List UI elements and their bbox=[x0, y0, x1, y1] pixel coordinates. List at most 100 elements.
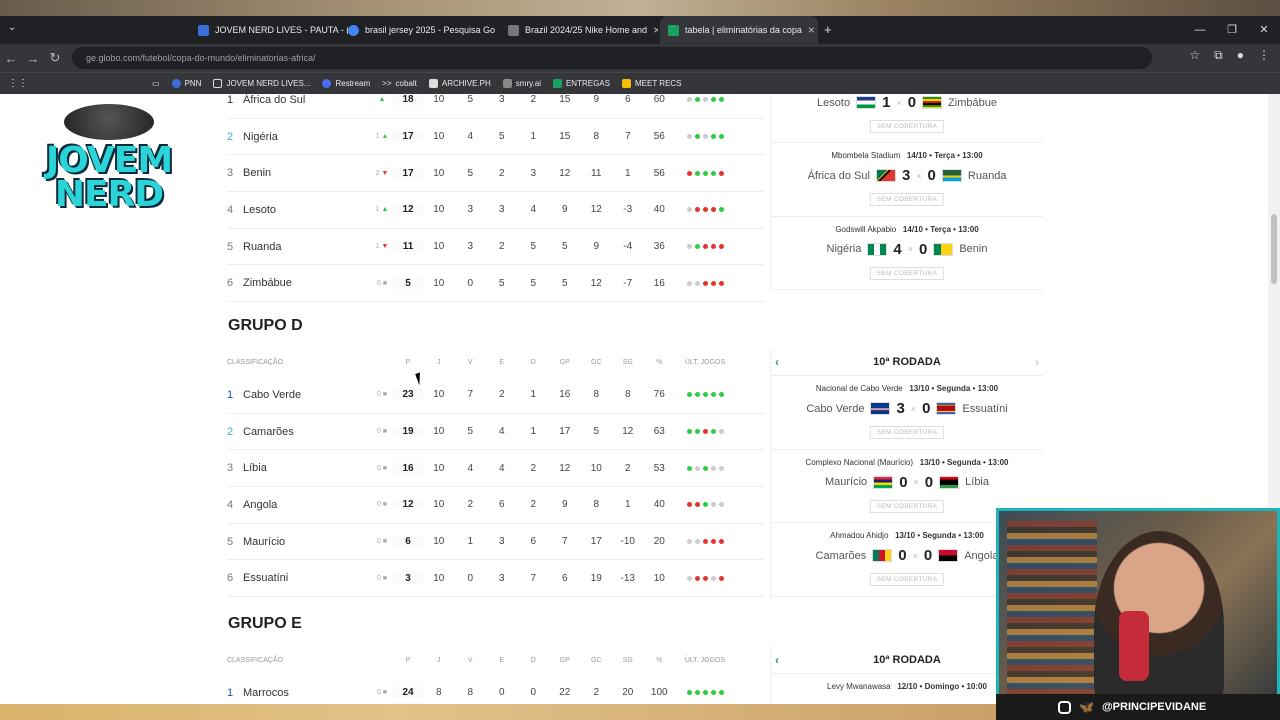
close-icon[interactable]: × bbox=[653, 23, 658, 37]
table-row[interactable]: 2 Camarões 0 ■ 19 10 5 4 1 17 5 12 63 bbox=[227, 414, 764, 451]
team-name[interactable]: África do Sul bbox=[243, 94, 371, 106]
folder-icon[interactable]: ▭ bbox=[152, 79, 160, 88]
table-row[interactable]: 1 África do Sul ▲ 18 10 5 3 2 15 9 6 60 bbox=[227, 94, 764, 119]
team-name[interactable]: Ruanda bbox=[243, 241, 371, 253]
games-played: 10 bbox=[433, 277, 445, 289]
coverage-badge[interactable]: SEM COBERTURA bbox=[869, 266, 945, 280]
home-score: 3 bbox=[901, 167, 911, 184]
header-sg: SG bbox=[622, 358, 633, 366]
apps-icon[interactable]: ⋮⋮ bbox=[8, 78, 28, 89]
bookmark-pnn[interactable]: PNN bbox=[171, 79, 201, 88]
new-tab-icon[interactable]: + bbox=[824, 22, 832, 37]
bookmark-meet-recs[interactable]: MEET RECS bbox=[621, 79, 682, 88]
team-name[interactable]: Cabo Verde bbox=[243, 389, 371, 401]
form-dot bbox=[694, 134, 700, 140]
bookmark-jovem-nerd[interactable]: JOVEM NERD LIVES... bbox=[213, 79, 310, 88]
coverage-badge[interactable]: SEM COBERTURA bbox=[869, 499, 945, 513]
table-row[interactable]: 6 Zimbábue 0 ■ 5 10 0 5 5 5 12 -7 16 bbox=[227, 265, 764, 303]
streamer bbox=[1094, 531, 1224, 717]
restore-icon[interactable]: ❐ bbox=[1216, 16, 1248, 44]
back-icon[interactable]: ← bbox=[0, 51, 22, 66]
percentage: 56 bbox=[653, 167, 665, 179]
home-score: 0 bbox=[898, 547, 907, 564]
bookmark-star-icon[interactable]: ☆ bbox=[1189, 48, 1200, 63]
table-row[interactable]: 4 Lesoto 1 ▲ 12 10 3 3 4 9 12 -3 40 bbox=[227, 192, 764, 229]
chevron-right-icon[interactable]: › bbox=[1035, 355, 1039, 369]
tab-nike[interactable]: Brazil 2024/25 Nike Home and × bbox=[500, 16, 658, 44]
tab-jovem-nerd[interactable]: JOVEM NERD LIVES - PAUTA - (× bbox=[190, 16, 348, 44]
table-row[interactable]: 5 Ruanda 1 ▼ 11 10 3 2 5 5 9 -4 36 bbox=[227, 229, 764, 266]
form-dot bbox=[702, 575, 708, 581]
home-team: África do Sul bbox=[807, 169, 870, 182]
table-row[interactable]: 4 Angola 0 ■ 12 10 2 6 2 9 8 1 40 bbox=[227, 487, 764, 524]
header-v: V bbox=[467, 358, 473, 366]
form-dot bbox=[710, 207, 716, 213]
coverage-badge[interactable]: SEM COBERTURA bbox=[869, 120, 945, 133]
team-name[interactable]: Marrocos bbox=[243, 687, 371, 699]
points: 17 bbox=[393, 167, 423, 179]
chevron-left-icon[interactable]: ‹ bbox=[775, 653, 779, 667]
bookmark-label: Restream bbox=[335, 79, 371, 88]
team-name[interactable]: Maurício bbox=[243, 536, 371, 548]
tab-search-icon[interactable]: ⌄ bbox=[8, 22, 16, 33]
drive-icon bbox=[621, 79, 631, 88]
scrollbar-thumb[interactable] bbox=[1271, 214, 1277, 284]
team-name[interactable]: Lesoto bbox=[243, 204, 371, 216]
game-date: 14/10 • Terça • 13:00 bbox=[902, 224, 979, 234]
losses: 3 bbox=[530, 167, 537, 179]
window-close-icon[interactable]: ✕ bbox=[1248, 16, 1280, 44]
percentage: 16 bbox=[653, 277, 665, 289]
percentage: 63 bbox=[653, 426, 665, 438]
table-row[interactable]: 2 Nigéria 1 ▲ 17 10 4 5 1 15 8 7 56 bbox=[227, 119, 764, 156]
team-name[interactable]: Camarões bbox=[243, 426, 371, 438]
table-row[interactable]: 3 Benin 2 ▼ 17 10 5 2 3 12 11 1 56 bbox=[227, 155, 764, 193]
game-card[interactable]: Godswill Akpabio 14/10 • Terça • 13:00 N… bbox=[771, 217, 1043, 290]
team-name[interactable]: Benin bbox=[243, 167, 371, 179]
team-name[interactable]: Essuatíni bbox=[243, 572, 371, 584]
reload-icon[interactable]: ↻ bbox=[44, 50, 66, 66]
venue: Mbombela Stadium bbox=[831, 151, 901, 160]
home-flag-icon bbox=[872, 549, 893, 562]
goals-for: 17 bbox=[559, 426, 571, 438]
team-name[interactable]: Nigéria bbox=[243, 131, 371, 143]
forward-icon[interactable]: → bbox=[22, 51, 44, 66]
chevron-left-icon[interactable]: ‹ bbox=[775, 355, 779, 369]
menu-icon[interactable]: ⋮ bbox=[1258, 48, 1270, 63]
coverage-badge[interactable]: SEM COBERTURA bbox=[869, 193, 945, 206]
url-field[interactable]: ge.globo.com/futebol/copa-do-mundo/elimi… bbox=[72, 47, 1152, 69]
percentage: 20 bbox=[653, 536, 665, 548]
game-card[interactable]: Mbombela Stadium 14/10 • Terça • 13:00 Á… bbox=[771, 143, 1043, 217]
form-dot bbox=[718, 575, 724, 581]
tab-google-search[interactable]: brasil jersey 2025 - Pesquisa Go× bbox=[340, 16, 498, 44]
bookmark-cobalt[interactable]: >> cobalt bbox=[382, 79, 417, 88]
bookmark-entregas[interactable]: ENTREGAS bbox=[552, 79, 610, 88]
form-dot bbox=[686, 280, 692, 286]
bookmark-restream[interactable]: Restream bbox=[322, 79, 370, 88]
games-played: 10 bbox=[433, 204, 445, 216]
game-card[interactable]: Nacional de Cabo Verde 13/10 • Segunda •… bbox=[771, 376, 1043, 450]
webcam-feed bbox=[996, 508, 1280, 720]
extensions-icon[interactable]: ⧉ bbox=[1214, 48, 1223, 63]
bookmark-archive[interactable]: ARCHIVE.PH bbox=[428, 79, 491, 88]
minimize-icon[interactable]: — bbox=[1184, 16, 1216, 44]
table-row[interactable]: 5 Maurício 0 ■ 6 10 1 3 6 7 17 -10 20 bbox=[227, 524, 764, 561]
recent-form bbox=[675, 502, 735, 508]
bookmark-smry[interactable]: smry.ai bbox=[502, 79, 541, 88]
close-icon[interactable]: × bbox=[808, 23, 815, 37]
trend-value: 0 bbox=[376, 464, 381, 472]
table-row[interactable]: 6 Essuatíni 0 ■ 3 10 0 3 7 6 19 -13 10 bbox=[227, 560, 764, 598]
tab-tabela[interactable]: tabela | eliminatórias da copa × bbox=[660, 16, 818, 44]
goals-against: 10 bbox=[590, 462, 602, 474]
header-d: D bbox=[530, 358, 536, 366]
game-card[interactable]: Lesoto 1 × 0 Zimbábue SEM COBERTURA bbox=[771, 94, 1043, 143]
profile-avatar[interactable]: ● bbox=[1237, 48, 1244, 63]
game-score-line: Lesoto 1 × 0 Zimbábue bbox=[771, 94, 1043, 111]
table-row[interactable]: 1 Cabo Verde 0 ■ 23 10 7 2 1 16 8 8 76 bbox=[227, 377, 764, 414]
team-name[interactable]: Angola bbox=[243, 499, 371, 511]
goals-against: 12 bbox=[590, 204, 602, 216]
team-name[interactable]: Líbia bbox=[243, 462, 371, 474]
coverage-badge[interactable]: SEM COBERTURA bbox=[869, 426, 945, 439]
team-name[interactable]: Zimbábue bbox=[243, 277, 371, 289]
table-row[interactable]: 3 Líbia 0 ■ 16 10 4 4 2 12 10 2 53 bbox=[227, 450, 764, 488]
coverage-badge[interactable]: SEM COBERTURA bbox=[869, 573, 945, 586]
